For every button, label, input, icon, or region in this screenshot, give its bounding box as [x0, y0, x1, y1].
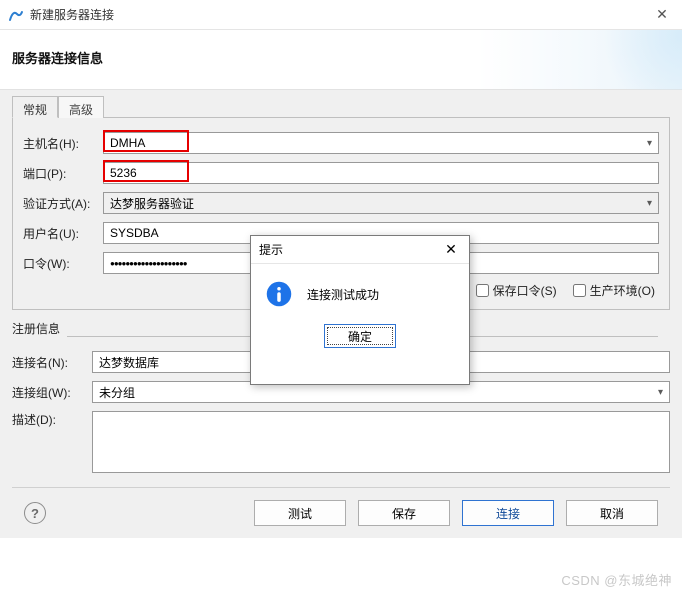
row-auth: 验证方式(A): 达梦服务器验证 ▾ [23, 192, 659, 214]
prod-env-input[interactable] [573, 284, 586, 297]
close-icon[interactable]: ✕ [441, 241, 461, 258]
message-dialog: 提示 ✕ 连接测试成功 确定 [250, 235, 470, 385]
dialog-footer: 确定 [251, 318, 469, 360]
tab-general[interactable]: 常规 [12, 96, 58, 118]
prod-env-checkbox[interactable]: 生产环境(O) [573, 282, 655, 299]
chevron-down-icon: ▾ [647, 198, 652, 209]
info-icon [265, 280, 293, 308]
title-bar: 新建服务器连接 ✕ [0, 0, 682, 30]
user-label: 用户名(U): [23, 225, 103, 242]
description-field[interactable] [92, 411, 670, 473]
auth-select[interactable]: 达梦服务器验证 ▾ [103, 192, 659, 214]
host-field[interactable]: DMHA ▾ [103, 132, 659, 154]
row-port: 端口(P): [23, 162, 659, 184]
host-label: 主机名(H): [23, 135, 103, 152]
chevron-down-icon: ▾ [658, 387, 663, 398]
conn-name-label: 连接名(N): [12, 354, 92, 371]
port-label: 端口(P): [23, 165, 103, 182]
description-label: 描述(D): [12, 411, 92, 428]
conn-group-label: 连接组(W): [12, 384, 92, 401]
button-bar: ? 测试 保存 连接 取消 [12, 488, 670, 538]
tab-advanced[interactable]: 高级 [58, 96, 104, 118]
save-password-label: 保存口令(S) [493, 282, 557, 299]
watermark: CSDN @东城绝神 [561, 570, 672, 589]
test-button[interactable]: 测试 [254, 500, 346, 526]
save-password-checkbox[interactable]: 保存口令(S) [476, 282, 557, 299]
register-group-title: 注册信息 [12, 322, 62, 336]
auth-label: 验证方式(A): [23, 195, 103, 212]
row-host: 主机名(H): DMHA ▾ [23, 132, 659, 154]
save-button[interactable]: 保存 [358, 500, 450, 526]
connect-button[interactable]: 连接 [462, 500, 554, 526]
password-label: 口令(W): [23, 255, 103, 272]
port-field[interactable] [103, 162, 659, 184]
cancel-button[interactable]: 取消 [566, 500, 658, 526]
header-area: 服务器连接信息 [0, 30, 682, 90]
dialog-message: 连接测试成功 [307, 286, 379, 303]
save-password-input[interactable] [476, 284, 489, 297]
row-description: 描述(D): [12, 411, 670, 473]
window-title: 新建服务器连接 [30, 6, 114, 23]
page-title: 服务器连接信息 [12, 48, 670, 67]
dialog-titlebar: 提示 ✕ [251, 236, 469, 264]
ok-button[interactable]: 确定 [324, 324, 396, 348]
close-icon[interactable]: ✕ [652, 6, 672, 23]
dialog-title: 提示 [259, 241, 283, 258]
host-value: DMHA [110, 136, 145, 150]
auth-value: 达梦服务器验证 [110, 195, 194, 212]
help-button[interactable]: ? [24, 502, 46, 524]
conn-group-value: 未分组 [99, 384, 135, 401]
dialog-body: 连接测试成功 [251, 264, 469, 318]
prod-env-label: 生产环境(O) [590, 282, 655, 299]
app-icon [8, 7, 24, 23]
chevron-down-icon: ▾ [647, 138, 652, 149]
tabs: 常规 高级 [12, 96, 670, 118]
